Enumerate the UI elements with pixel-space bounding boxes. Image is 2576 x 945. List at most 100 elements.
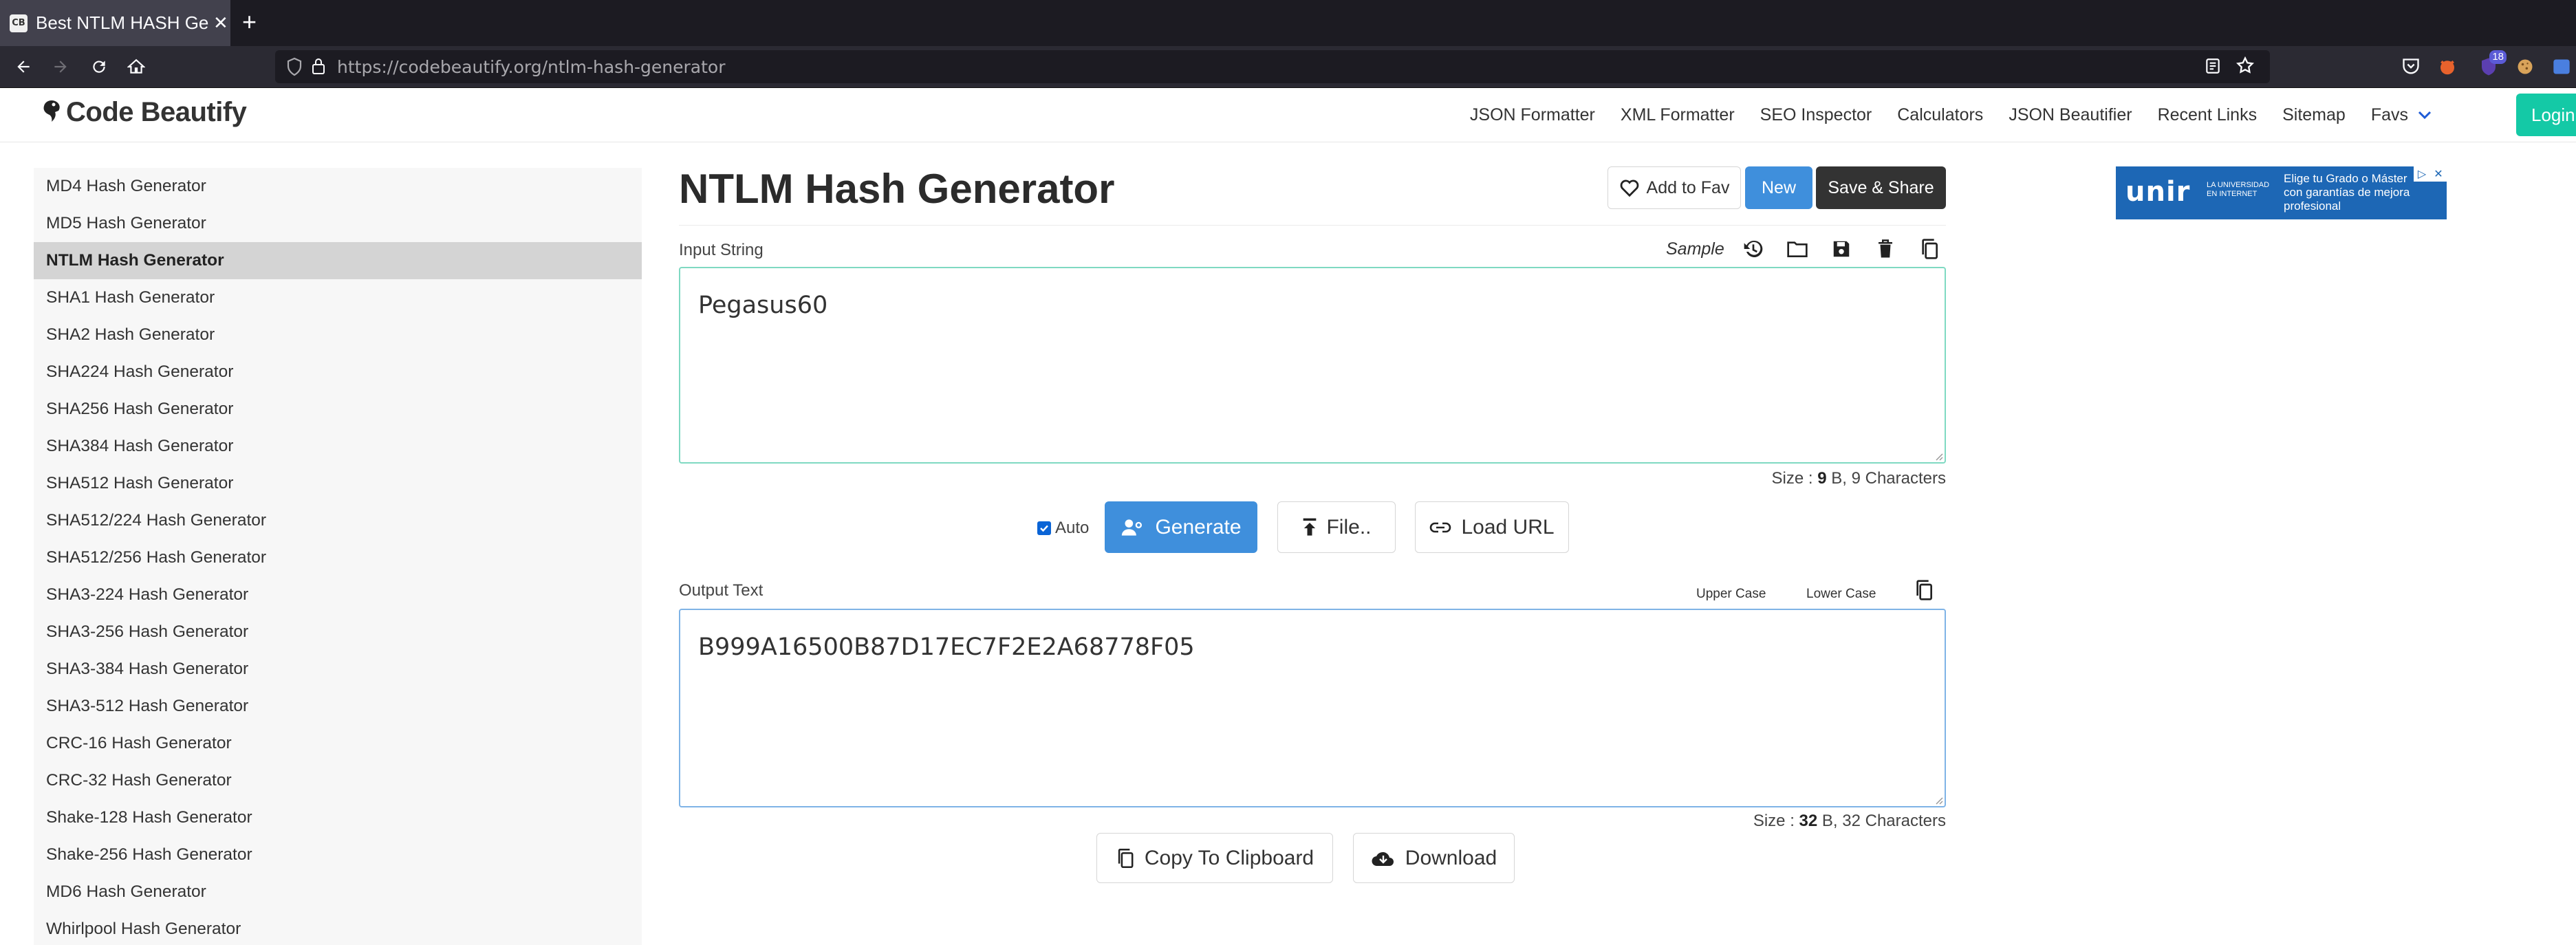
copy-output-icon[interactable] (1909, 575, 1939, 605)
lower-case-option[interactable]: Lower Case (1806, 587, 1876, 602)
nav-calculators[interactable]: Calculators (1897, 105, 1983, 125)
tracking-shield-icon[interactable] (286, 57, 303, 80)
auto-checkbox-group[interactable]: Auto (1037, 519, 1089, 538)
sidebar-item-sha384[interactable]: SHA384 Hash Generator (34, 428, 642, 465)
tab-title: Best NTLM HASH Generator (36, 12, 209, 33)
sample-link[interactable]: Sample (1666, 239, 1724, 259)
chevron-down-icon (2418, 111, 2432, 120)
nav-favs-dropdown[interactable]: Favs (2371, 105, 2432, 125)
nav-sitemap[interactable]: Sitemap (2282, 105, 2346, 125)
sidebar-item-sha3-384[interactable]: SHA3-384 Hash Generator (34, 651, 642, 688)
sidebar-item-sha3-512[interactable]: SHA3-512 Hash Generator (34, 688, 642, 725)
generate-button[interactable]: Generate (1105, 501, 1257, 553)
upper-case-option[interactable]: Upper Case (1696, 587, 1766, 602)
input-size-prefix: Size : (1771, 469, 1818, 488)
site-logo[interactable]: Code Beautify (39, 96, 247, 128)
sidebar-item-ntlm[interactable]: NTLM Hash Generator (34, 242, 642, 279)
sidebar-item-sha224[interactable]: SHA224 Hash Generator (34, 354, 642, 391)
nav-xml-formatter[interactable]: XML Formatter (1621, 105, 1735, 125)
sidebar-item-md6[interactable]: MD6 Hash Generator (34, 873, 642, 911)
browser-tab-bar: CB Best NTLM HASH Generator ✕ + (0, 0, 2576, 46)
input-size-info: Size : 9 B, 9 Characters (1772, 469, 1946, 488)
extension-fox-icon[interactable] (2435, 54, 2460, 79)
load-url-button[interactable]: Load URL (1415, 501, 1569, 553)
sidebar-item-sha3-256[interactable]: SHA3-256 Hash Generator (34, 613, 642, 651)
open-folder-icon[interactable] (1782, 234, 1812, 264)
file-upload-button[interactable]: File.. (1277, 501, 1396, 553)
output-text-textarea[interactable]: B999A16500B87D17EC7F2E2A68778F05 (679, 609, 1946, 807)
sidebar-item-whirlpool[interactable]: Whirlpool Hash Generator (34, 911, 642, 945)
add-to-fav-button[interactable]: Add to Fav (1608, 166, 1741, 209)
browser-nav-bar: https://codebeautify.org/ntlm-hash-gener… (0, 46, 2576, 88)
extension-badge: 18 (2489, 50, 2507, 64)
sidebar-item-sha1[interactable]: SHA1 Hash Generator (34, 279, 642, 316)
save-share-button[interactable]: Save & Share (1816, 166, 1946, 209)
new-tab-plus-icon[interactable]: + (242, 8, 257, 36)
translate-icon[interactable] (2549, 54, 2574, 79)
reload-icon[interactable] (85, 53, 113, 80)
lock-icon[interactable] (311, 57, 326, 78)
copy-icon (1118, 848, 1134, 868)
new-button[interactable]: New (1745, 166, 1812, 209)
ad-info-icon[interactable]: ▷ (2414, 166, 2430, 182)
sidebar-item-md4[interactable]: MD4 Hash Generator (34, 168, 642, 205)
checkmark-icon (1040, 525, 1048, 532)
sidebar-item-sha512[interactable]: SHA512 Hash Generator (34, 465, 642, 502)
url-host: https://codebeautify.org (337, 56, 542, 77)
sidebar-item-sha512-256[interactable]: SHA512/256 Hash Generator (34, 539, 642, 576)
delete-trash-icon[interactable] (1870, 234, 1901, 264)
nav-json-beautifier[interactable]: JSON Beautifier (2009, 105, 2132, 125)
forward-arrow-icon[interactable] (47, 53, 74, 80)
ad-body: con garantías de mejora profesional (2284, 186, 2410, 213)
upload-icon (1303, 518, 1317, 536)
sidebar-item-sha256[interactable]: SHA256 Hash Generator (34, 391, 642, 428)
input-string-textarea[interactable]: Pegasus60 (679, 267, 1946, 464)
copy-input-icon[interactable] (1914, 234, 1945, 264)
sidebar-item-md5[interactable]: MD5 Hash Generator (34, 205, 642, 242)
save-disk-icon[interactable] (1826, 234, 1857, 264)
sidebar-item-crc16[interactable]: CRC-16 Hash Generator (34, 725, 642, 762)
sidebar-item-shake256[interactable]: Shake-256 Hash Generator (34, 836, 642, 873)
pocket-icon[interactable] (2399, 54, 2423, 79)
output-size-bytes: 32 (1799, 812, 1818, 830)
nav-json-formatter[interactable]: JSON Formatter (1470, 105, 1595, 125)
ad-close-icon[interactable]: ✕ (2430, 166, 2447, 182)
login-button[interactable]: Login (2516, 94, 2576, 136)
sidebar-item-shake128[interactable]: Shake-128 Hash Generator (34, 799, 642, 836)
file-label: File.. (1326, 515, 1372, 539)
extension-shield-icon[interactable]: 18 (2476, 50, 2507, 79)
resize-handle-icon[interactable] (1934, 451, 1943, 461)
sidebar-item-sha3-224[interactable]: SHA3-224 Hash Generator (34, 576, 642, 613)
cookie-icon[interactable] (2513, 54, 2537, 79)
title-divider (679, 225, 1946, 226)
output-text-label: Output Text (679, 581, 764, 600)
resize-handle-icon[interactable] (1934, 795, 1943, 805)
home-icon[interactable] (122, 53, 150, 80)
input-toolbar: Sample (1666, 234, 1945, 264)
tab-close-icon[interactable]: ✕ (213, 12, 228, 34)
heart-icon (1620, 180, 1638, 197)
input-size-suffix: B, 9 Characters (1826, 469, 1946, 488)
load-url-label: Load URL (1461, 515, 1555, 539)
sidebar-item-sha2[interactable]: SHA2 Hash Generator (34, 316, 642, 354)
sidebar-item-sha512-224[interactable]: SHA512/224 Hash Generator (34, 502, 642, 539)
input-string-value: Pegasus60 (698, 292, 828, 319)
auto-checkbox[interactable] (1037, 521, 1051, 535)
copy-to-clipboard-button[interactable]: Copy To Clipboard (1096, 833, 1333, 883)
back-arrow-icon[interactable] (10, 53, 37, 80)
advertisement-banner[interactable]: unir LA UNIVERSIDAD EN INTERNET Elige tu… (2116, 166, 2447, 219)
reader-view-icon[interactable] (2204, 57, 2222, 78)
address-bar[interactable]: https://codebeautify.org/ntlm-hash-gener… (275, 50, 2270, 83)
nav-recent-links[interactable]: Recent Links (2158, 105, 2258, 125)
nav-seo-inspector[interactable]: SEO Inspector (1760, 105, 1872, 125)
history-icon[interactable] (1738, 234, 1768, 264)
browser-tab-active[interactable]: CB Best NTLM HASH Generator ✕ (0, 0, 230, 46)
ad-controls: ▷ ✕ (2414, 166, 2447, 182)
cloud-download-icon (1372, 851, 1394, 866)
ad-logo-subtitle-line-1: LA UNIVERSIDAD (2207, 181, 2270, 189)
sidebar-item-crc32[interactable]: CRC-32 Hash Generator (34, 762, 642, 799)
ad-logo-subtitle: LA UNIVERSIDAD EN INTERNET (2207, 181, 2269, 199)
download-button[interactable]: Download (1353, 833, 1515, 883)
url-text[interactable]: https://codebeautify.org/ntlm-hash-gener… (337, 57, 726, 77)
bookmark-star-icon[interactable] (2236, 56, 2255, 78)
